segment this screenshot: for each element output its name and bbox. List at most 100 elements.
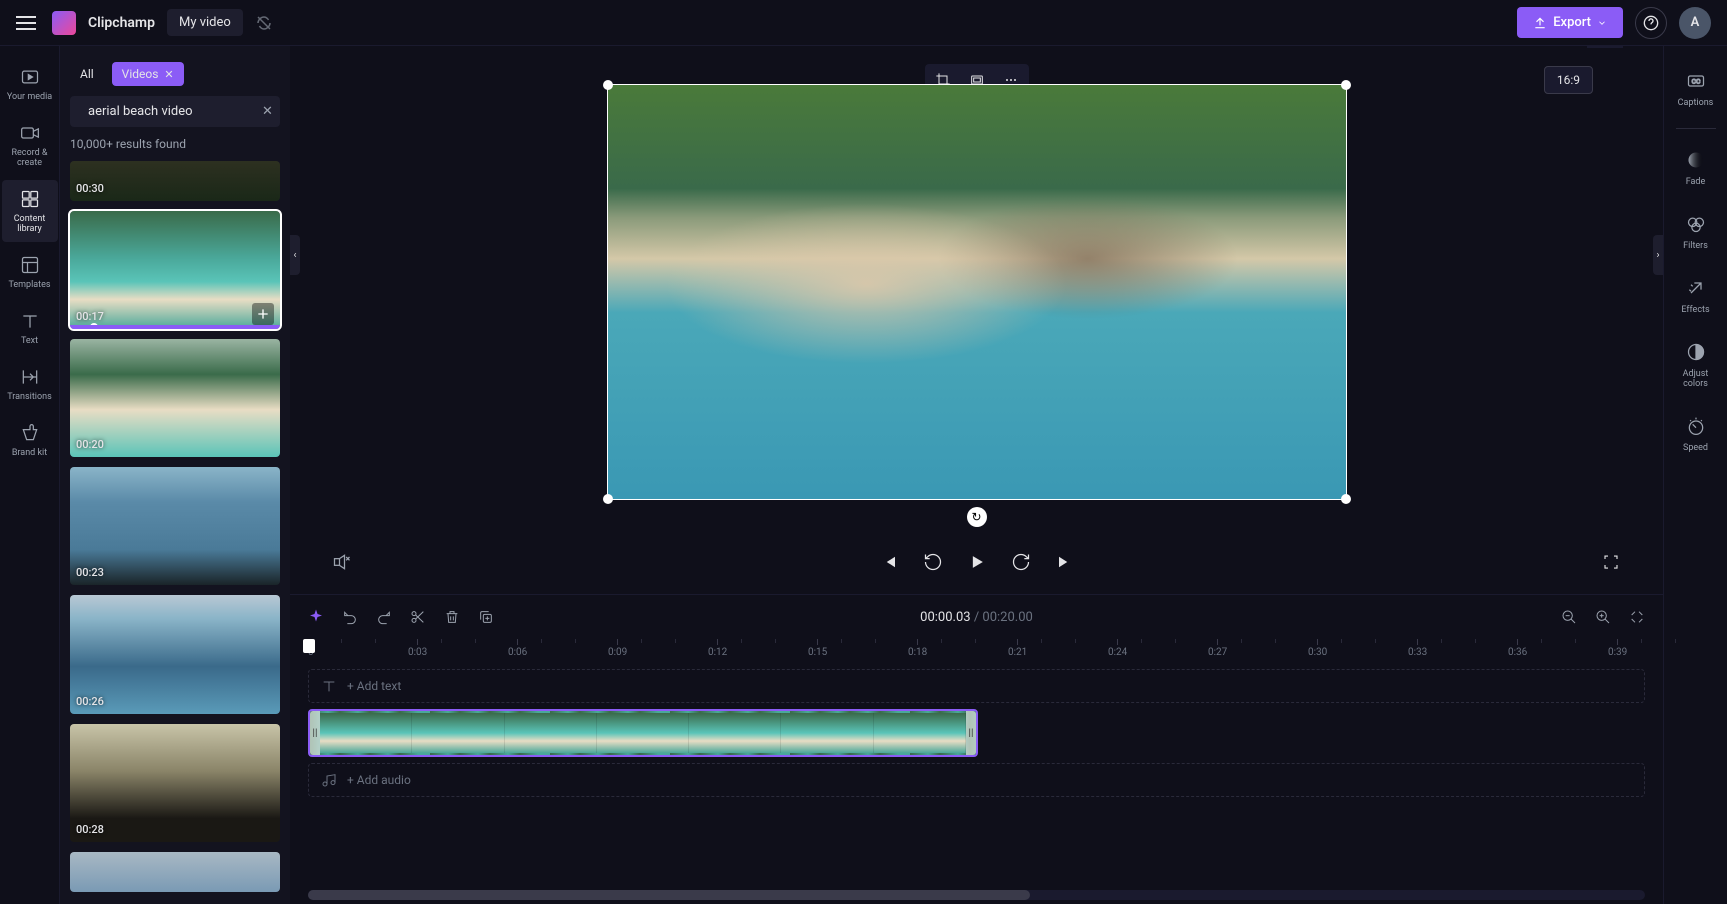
forward-button[interactable] bbox=[1009, 550, 1033, 574]
nav-record-create[interactable]: Record & create bbox=[2, 114, 58, 176]
skip-start-button[interactable] bbox=[877, 550, 901, 574]
speed-icon bbox=[1685, 415, 1707, 437]
panel-label: Speed bbox=[1683, 443, 1708, 453]
panel-captions[interactable]: CC Captions bbox=[1666, 60, 1726, 118]
time-total: 00:20.00 bbox=[982, 610, 1032, 625]
rewind-button[interactable] bbox=[921, 550, 945, 574]
nav-your-media[interactable]: Your media bbox=[2, 58, 58, 110]
fit-icon bbox=[1629, 609, 1645, 625]
effects-icon bbox=[1685, 277, 1707, 299]
audio-track-lane[interactable]: + Add audio bbox=[308, 763, 1645, 797]
ruler-mark: 0:06 bbox=[508, 639, 527, 658]
clip-trim-right[interactable]: || bbox=[966, 711, 976, 755]
aspect-ratio-selector[interactable]: 16:9 bbox=[1544, 66, 1593, 94]
nav-label: Brand kit bbox=[12, 448, 47, 458]
upload-icon bbox=[1533, 16, 1547, 30]
timecode: 00:00.03 / 00:20.00 bbox=[920, 610, 1033, 625]
video-clip[interactable]: || || bbox=[308, 709, 978, 757]
video-thumbnail[interactable]: 00:28 bbox=[70, 724, 280, 842]
text-icon bbox=[19, 310, 41, 332]
preview-canvas[interactable]: ↻ bbox=[607, 84, 1347, 500]
filter-label: Videos bbox=[122, 67, 159, 81]
project-name[interactable]: My video bbox=[167, 9, 243, 36]
ai-button[interactable] bbox=[306, 607, 326, 627]
video-thumbnail[interactable] bbox=[70, 852, 280, 892]
nav-templates[interactable]: Templates bbox=[2, 246, 58, 298]
panel-effects[interactable]: Effects bbox=[1666, 267, 1726, 325]
zoom-out-button[interactable] bbox=[1559, 607, 1579, 627]
resize-handle[interactable] bbox=[1341, 80, 1351, 90]
resize-handle[interactable] bbox=[1341, 494, 1351, 504]
fullscreen-button[interactable] bbox=[1599, 550, 1623, 574]
media-icon bbox=[19, 66, 41, 88]
search-input[interactable] bbox=[88, 104, 254, 119]
undo-button[interactable] bbox=[340, 607, 360, 627]
play-button[interactable] bbox=[965, 550, 989, 574]
duration-label: 00:17 bbox=[76, 310, 104, 323]
content-panel: All Videos ✕ ✕ 10,000+ results found 00:… bbox=[60, 46, 290, 904]
export-button[interactable]: Export bbox=[1517, 7, 1623, 38]
nav-transitions[interactable]: Transitions bbox=[2, 358, 58, 410]
filter-videos[interactable]: Videos ✕ bbox=[112, 62, 184, 86]
split-button[interactable] bbox=[408, 607, 428, 627]
resize-handle[interactable] bbox=[603, 494, 613, 504]
clip-trim-left[interactable]: || bbox=[310, 711, 320, 755]
video-thumbnail[interactable]: 00:23 bbox=[70, 467, 280, 585]
video-thumbnail[interactable]: 00:30 bbox=[70, 161, 280, 201]
panel-adjust-colors[interactable]: Adjust colors bbox=[1666, 331, 1726, 399]
skip-end-button[interactable] bbox=[1053, 550, 1077, 574]
zoom-out-icon bbox=[1561, 609, 1577, 625]
timeline-ruler[interactable]: 00:030:060:090:120:150:180:210:240:270:3… bbox=[290, 639, 1663, 663]
playback-controls bbox=[290, 538, 1663, 594]
hamburger-menu[interactable] bbox=[16, 11, 40, 35]
zoom-in-icon bbox=[1595, 609, 1611, 625]
panel-filters[interactable]: Filters bbox=[1666, 203, 1726, 261]
nav-label: Your media bbox=[7, 92, 52, 102]
nav-label: Record & create bbox=[6, 148, 54, 168]
lane-label: + Add text bbox=[347, 679, 401, 693]
nav-label: Content library bbox=[6, 214, 54, 234]
detach-audio-button[interactable] bbox=[330, 550, 354, 574]
filter-all[interactable]: All bbox=[70, 62, 104, 86]
forward-icon bbox=[1011, 552, 1031, 572]
nav-text[interactable]: Text bbox=[2, 302, 58, 354]
playhead[interactable] bbox=[308, 639, 310, 899]
zoom-in-button[interactable] bbox=[1593, 607, 1613, 627]
duplicate-button[interactable] bbox=[476, 607, 496, 627]
redo-icon bbox=[376, 609, 392, 625]
ruler-mark: 0:18 bbox=[908, 639, 927, 658]
help-button[interactable] bbox=[1635, 7, 1667, 39]
timeline-scrollbar[interactable] bbox=[308, 890, 1645, 900]
clear-search-button[interactable]: ✕ bbox=[262, 104, 273, 119]
nav-brand-kit[interactable]: Brand kit bbox=[2, 414, 58, 466]
timeline: ⌄ 00:00.03 / 00:20.00 bbox=[290, 594, 1663, 904]
scrollbar-thumb[interactable] bbox=[308, 890, 1030, 900]
redo-button[interactable] bbox=[374, 607, 394, 627]
nav-label: Text bbox=[21, 336, 38, 346]
ruler-mark: 0:09 bbox=[608, 639, 627, 658]
ruler-mark: 0:39 bbox=[1608, 639, 1627, 658]
delete-button[interactable] bbox=[442, 607, 462, 627]
left-nav: Your media Record & create Content libra… bbox=[0, 46, 60, 904]
nav-content-library[interactable]: Content library bbox=[2, 180, 58, 242]
video-thumbnail[interactable]: 00:26 bbox=[70, 595, 280, 713]
sparkle-icon bbox=[307, 608, 325, 626]
user-avatar[interactable]: A bbox=[1679, 7, 1711, 39]
ruler-mark: 0:03 bbox=[408, 639, 427, 658]
video-thumbnail[interactable]: 00:17 Add to timeline bbox=[70, 211, 280, 329]
video-thumbnail[interactable]: 00:20 bbox=[70, 339, 280, 457]
collapse-timeline-button[interactable]: ⌄ bbox=[1587, 46, 1623, 48]
copy-icon bbox=[478, 609, 494, 625]
transitions-icon bbox=[19, 366, 41, 388]
panel-fade[interactable]: Fade bbox=[1666, 139, 1726, 197]
resize-handle[interactable] bbox=[603, 80, 613, 90]
close-icon[interactable]: ✕ bbox=[164, 68, 173, 81]
lane-label: + Add audio bbox=[347, 773, 411, 787]
add-to-timeline-button[interactable] bbox=[252, 303, 274, 325]
scrub-dot[interactable] bbox=[90, 323, 98, 329]
rotate-handle[interactable]: ↻ bbox=[967, 507, 987, 527]
text-track-lane[interactable]: + Add text bbox=[308, 669, 1645, 703]
zoom-fit-button[interactable] bbox=[1627, 607, 1647, 627]
panel-speed[interactable]: Speed bbox=[1666, 405, 1726, 463]
search-box[interactable]: ✕ bbox=[70, 96, 280, 127]
